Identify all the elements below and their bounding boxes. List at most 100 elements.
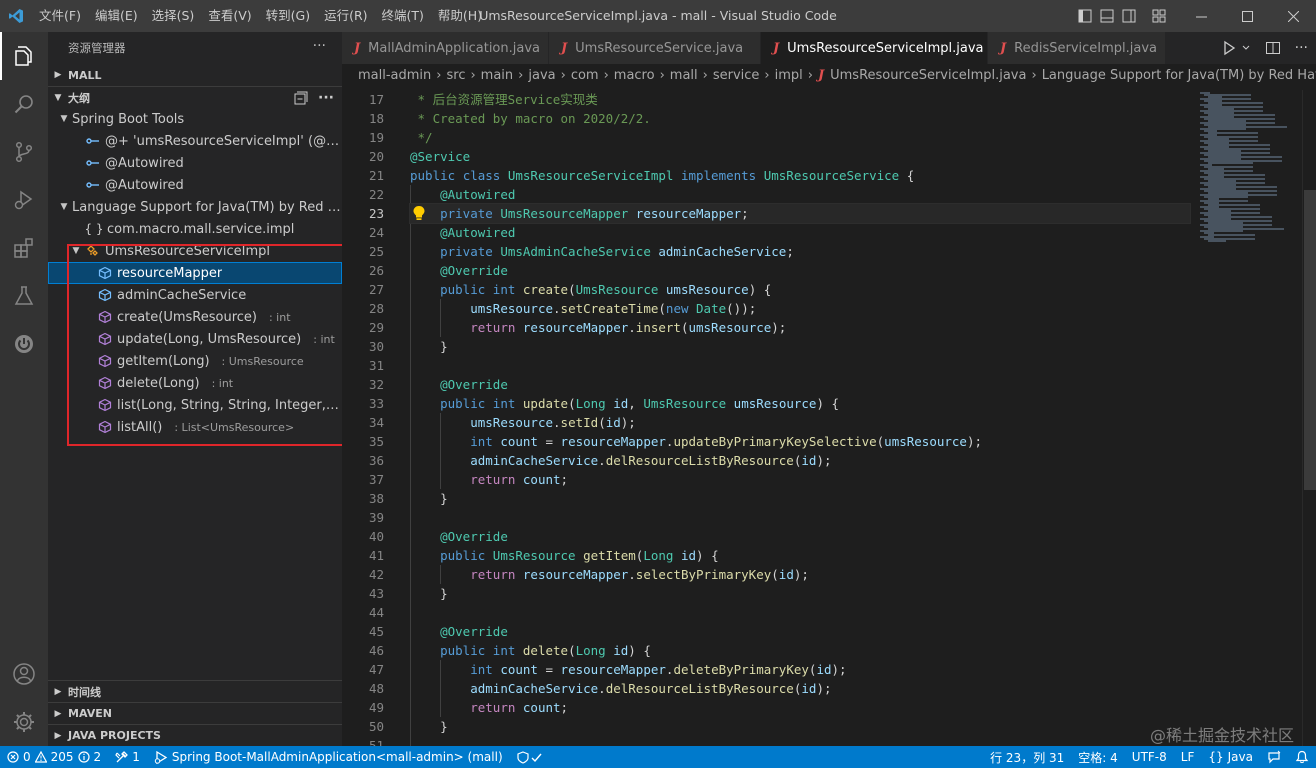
- menu-item-0[interactable]: 文件(F): [32, 0, 88, 32]
- toggle-panel-icon[interactable]: [1096, 0, 1118, 32]
- toggle-sidebar-icon[interactable]: [1074, 0, 1096, 32]
- code-line[interactable]: @Override: [410, 527, 1190, 546]
- code-line[interactable]: private UmsResourceMapper resourceMapper…: [409, 203, 1191, 224]
- feedback-icon[interactable]: [1260, 746, 1288, 768]
- outline-item[interactable]: @Autowired: [48, 152, 342, 174]
- code-line[interactable]: adminCacheService.delResourceListByResou…: [410, 679, 1190, 698]
- maximize-icon[interactable]: [1224, 0, 1270, 32]
- outline-item[interactable]: ▼ Spring Boot Tools: [48, 108, 342, 130]
- code-line[interactable]: @Override: [410, 375, 1190, 394]
- spring-check-status[interactable]: [510, 746, 550, 768]
- tab-0[interactable]: J MallAdminApplication.java: [342, 32, 549, 64]
- outline-item[interactable]: listAll(): List<UmsResource>: [48, 416, 342, 438]
- code-line[interactable]: */: [410, 128, 1190, 147]
- editor-more-icon[interactable]: ···: [1295, 40, 1308, 56]
- code-line[interactable]: @Service: [410, 147, 1190, 166]
- tab-3[interactable]: J RedisServiceImpl.java: [988, 32, 1166, 64]
- notifications-bell-icon[interactable]: [1288, 746, 1316, 768]
- breadcrumb-item[interactable]: main: [481, 68, 513, 83]
- outline-item[interactable]: create(UmsResource): int: [48, 306, 342, 328]
- outline-item[interactable]: getItem(Long): UmsResource: [48, 350, 342, 372]
- code-line[interactable]: public int update(Long id, UmsResource u…: [410, 394, 1190, 413]
- outline-item[interactable]: ▼ Language Support for Java(TM) by Red Ha…: [48, 196, 342, 218]
- code-line[interactable]: [410, 736, 1190, 746]
- testing-flask-icon[interactable]: [0, 272, 48, 320]
- code-line[interactable]: public class UmsResourceServiceImpl impl…: [410, 166, 1190, 185]
- code-line[interactable]: @Autowired: [410, 223, 1190, 242]
- run-debug-icon[interactable]: [0, 176, 48, 224]
- menu-item-5[interactable]: 运行(R): [317, 0, 374, 32]
- code-editor[interactable]: 17 18 19 20 21 22 23 24 25 26 27 28 29 30 31 32 33 34 35 36…: [342, 90, 1316, 746]
- code-line[interactable]: return count;: [410, 470, 1190, 489]
- outline-item[interactable]: list(Long, String, String, Integer, Inte…: [48, 394, 342, 416]
- code-line[interactable]: @Override: [410, 622, 1190, 641]
- code-line[interactable]: return resourceMapper.insert(umsResource…: [410, 318, 1190, 337]
- breadcrumb-item[interactable]: src: [446, 68, 465, 83]
- code-line[interactable]: adminCacheService.delResourceListByResou…: [410, 451, 1190, 470]
- code-line[interactable]: * 后台资源管理Service实现类: [410, 90, 1190, 109]
- problems-status[interactable]: 0 205 2: [0, 746, 108, 768]
- code-line[interactable]: }: [410, 584, 1190, 603]
- source-control-icon[interactable]: [0, 128, 48, 176]
- outline-item[interactable]: @Autowired: [48, 174, 342, 196]
- breadcrumb-item[interactable]: com: [571, 68, 599, 83]
- tab-1[interactable]: J UmsResourceService.java: [549, 32, 761, 64]
- more-actions-icon[interactable]: ···: [313, 38, 326, 54]
- code-line[interactable]: * Created by macro on 2020/2/2.: [410, 109, 1190, 128]
- menu-item-6[interactable]: 终端(T): [375, 0, 431, 32]
- code-line[interactable]: int count = resourceMapper.deleteByPrima…: [410, 660, 1190, 679]
- tab-2[interactable]: JUmsResourceServiceImpl.java×: [761, 32, 1006, 64]
- code-line[interactable]: [410, 356, 1190, 375]
- code-line[interactable]: }: [410, 489, 1190, 508]
- minimap[interactable]: [1192, 90, 1302, 746]
- code-line[interactable]: public int delete(Long id) {: [410, 641, 1190, 660]
- indentation-status[interactable]: 空格: 4: [1071, 746, 1125, 768]
- breadcrumb-item[interactable]: UmsResourceServiceImpl.java: [830, 68, 1026, 83]
- code-line[interactable]: [410, 508, 1190, 527]
- encoding-status[interactable]: UTF-8: [1125, 746, 1174, 768]
- section-outline[interactable]: ▼ 大纲 ···: [48, 86, 342, 108]
- section-mall[interactable]: ▶ MALL: [48, 64, 342, 86]
- minimize-icon[interactable]: [1178, 0, 1224, 32]
- spring-boot-dashboard-icon[interactable]: [0, 320, 48, 368]
- manage-gear-icon[interactable]: [0, 698, 48, 746]
- code-line[interactable]: public int create(UmsResource umsResourc…: [410, 280, 1190, 299]
- breadcrumb-item[interactable]: mall-admin: [358, 68, 431, 83]
- menu-item-1[interactable]: 编辑(E): [88, 0, 145, 32]
- outline-item[interactable]: update(Long, UmsResource): int: [48, 328, 342, 350]
- breadcrumb-item[interactable]: service: [713, 68, 760, 83]
- breadcrumb-item[interactable]: mall: [670, 68, 698, 83]
- section-1[interactable]: ▶ MAVEN: [48, 702, 342, 724]
- accounts-icon[interactable]: [0, 650, 48, 698]
- menu-item-3[interactable]: 查看(V): [201, 0, 258, 32]
- outline-item[interactable]: { } com.macro.mall.service.impl: [48, 218, 342, 240]
- vertical-scrollbar[interactable]: [1302, 90, 1316, 746]
- breadcrumb-item[interactable]: impl: [775, 68, 803, 83]
- code-line[interactable]: private UmsAdminCacheService adminCacheS…: [410, 242, 1190, 261]
- outline-item[interactable]: @+ 'umsResourceServiceImpl' (@Servic...: [48, 130, 342, 152]
- breadcrumb-item[interactable]: macro: [614, 68, 655, 83]
- code-line[interactable]: @Override: [410, 261, 1190, 280]
- code-line[interactable]: public UmsResource getItem(Long id) {: [410, 546, 1190, 565]
- run-icon[interactable]: [1221, 40, 1237, 56]
- outline-item[interactable]: resourceMapper: [48, 262, 342, 284]
- outline-more-icon[interactable]: ···: [318, 90, 334, 106]
- cursor-position[interactable]: 行 23，列 31: [983, 746, 1071, 768]
- chevron-down-icon[interactable]: ▼: [56, 114, 72, 124]
- chevron-down-icon[interactable]: ▼: [56, 202, 72, 212]
- explorer-icon[interactable]: [0, 32, 48, 80]
- code-line[interactable]: return resourceMapper.selectByPrimaryKey…: [410, 565, 1190, 584]
- spring-boot-status[interactable]: Spring Boot-MallAdminApplication<mall-ad…: [147, 746, 510, 768]
- outline-item[interactable]: adminCacheService: [48, 284, 342, 306]
- language-status[interactable]: {} Java: [1201, 746, 1260, 768]
- code-line[interactable]: return count;: [410, 698, 1190, 717]
- section-0[interactable]: ▶ 时间线: [48, 680, 342, 702]
- lightbulb-icon[interactable]: [412, 205, 426, 225]
- code-line[interactable]: int count = resourceMapper.updateByPrima…: [410, 432, 1190, 451]
- vscode-logo-icon[interactable]: [0, 0, 32, 32]
- code-lines[interactable]: * 后台资源管理Service实现类 * Created by macro on…: [409, 90, 1191, 746]
- code-line[interactable]: @Autowired: [410, 185, 1190, 204]
- chevron-down-icon[interactable]: ▼: [68, 246, 84, 256]
- toggle-secondary-sidebar-icon[interactable]: [1118, 0, 1140, 32]
- eol-status[interactable]: LF: [1174, 746, 1202, 768]
